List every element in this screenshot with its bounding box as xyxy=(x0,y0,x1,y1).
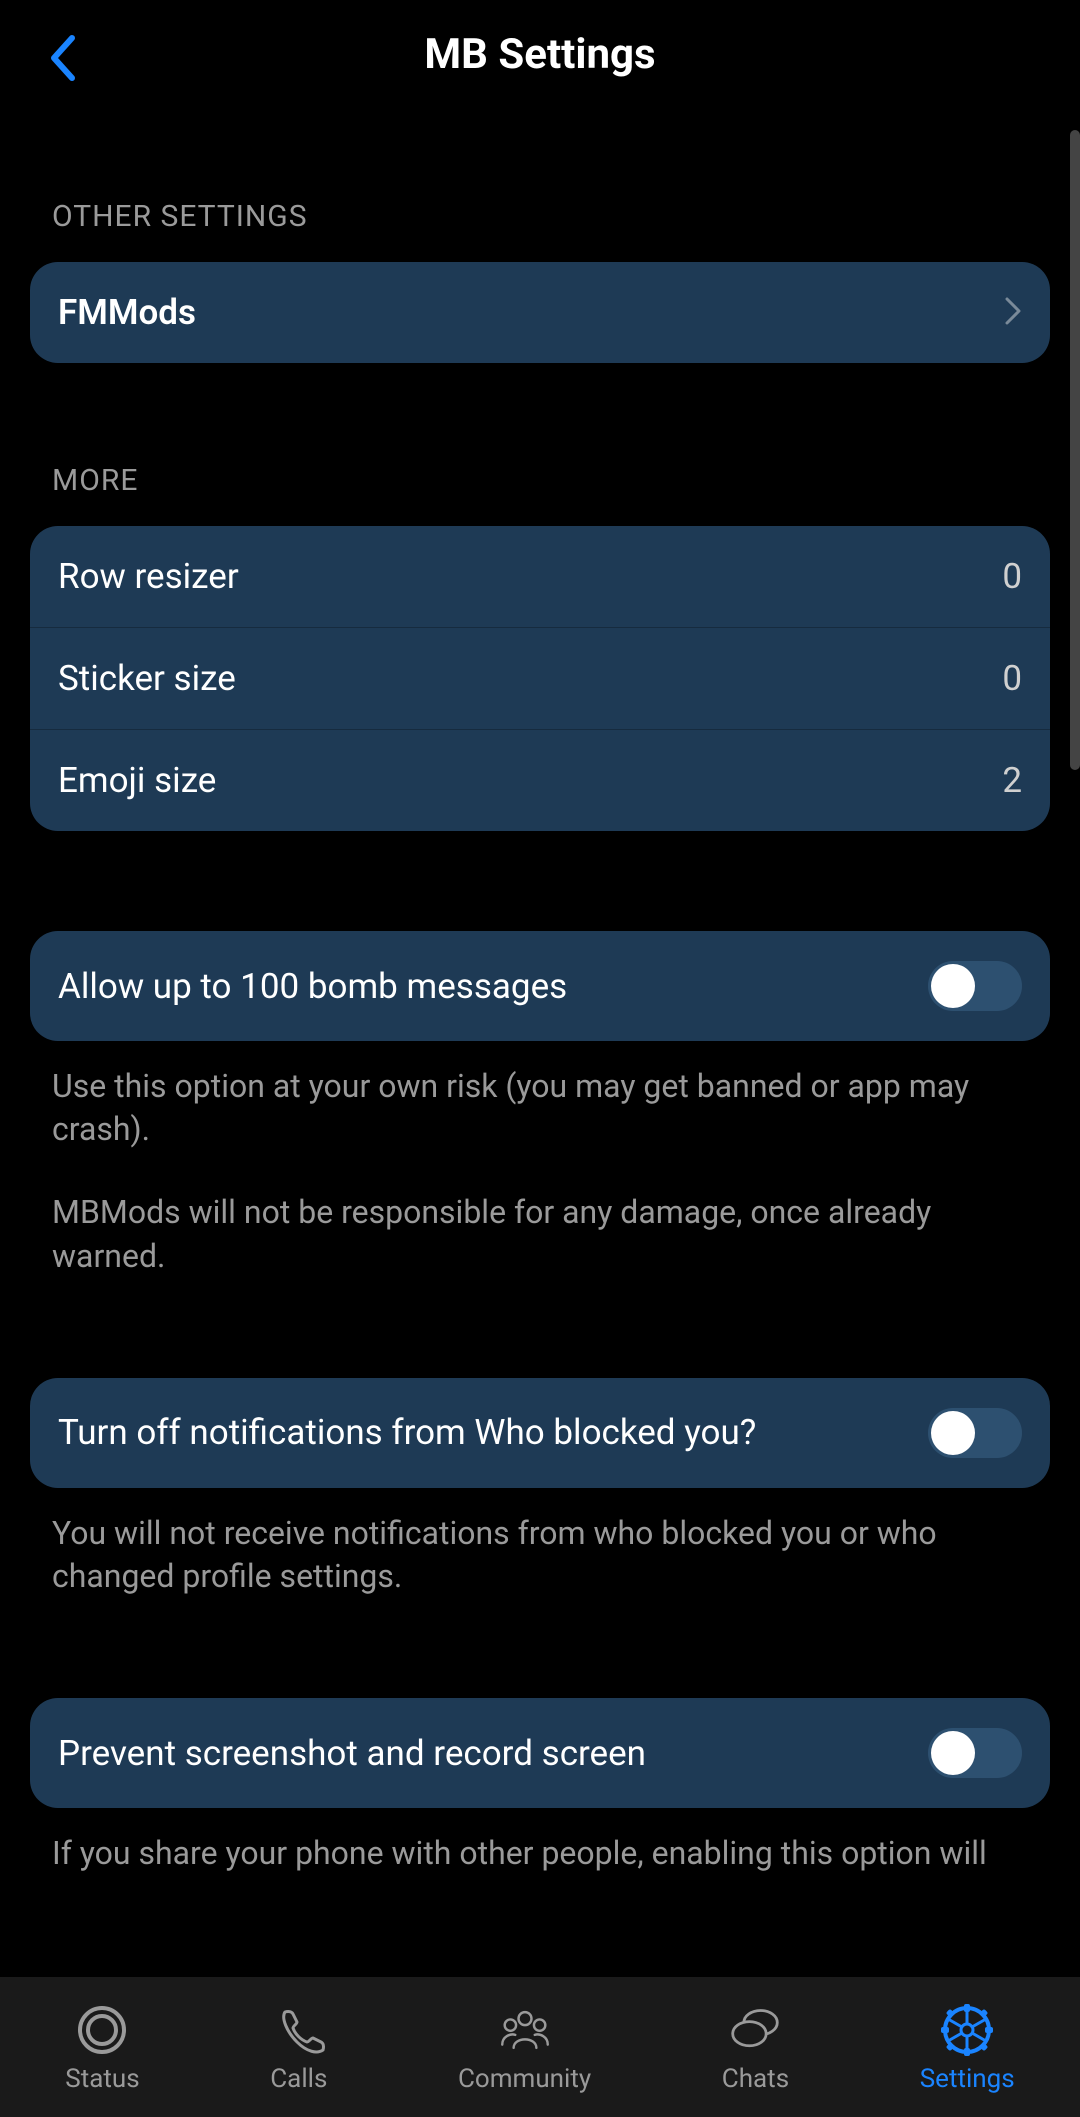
block-notif-desc: You will not receive notifications from … xyxy=(30,1488,1050,1598)
phone-icon xyxy=(273,2004,325,2056)
bomb-messages-toggle[interactable] xyxy=(928,961,1022,1011)
section-label-more: MORE xyxy=(30,363,1050,526)
block-notif-toggle[interactable] xyxy=(928,1408,1022,1458)
emoji-size-row[interactable]: Emoji size 2 xyxy=(30,730,1050,831)
screenshot-label: Prevent screenshot and record screen xyxy=(58,1733,928,1774)
nav-community-label: Community xyxy=(458,2064,591,2094)
community-icon xyxy=(499,2004,551,2056)
section-label-other: OTHER SETTINGS xyxy=(30,109,1050,262)
nav-community[interactable]: Community xyxy=(458,2004,591,2094)
nav-calls-label: Calls xyxy=(270,2064,327,2094)
screenshot-card: Prevent screenshot and record screen xyxy=(30,1698,1050,1808)
chats-icon xyxy=(729,2004,781,2056)
status-icon xyxy=(76,2004,128,2056)
row-resizer-label: Row resizer xyxy=(58,556,239,597)
bomb-messages-label: Allow up to 100 bomb messages xyxy=(58,966,928,1007)
nav-chats[interactable]: Chats xyxy=(722,2004,789,2094)
chevron-left-icon xyxy=(48,34,78,82)
scrollbar[interactable] xyxy=(1070,130,1080,770)
screenshot-desc: If you share your phone with other peopl… xyxy=(30,1808,1050,1875)
back-button[interactable] xyxy=(48,34,78,86)
screenshot-toggle[interactable] xyxy=(928,1728,1022,1778)
block-notif-card: Turn off notifications from Who blocked … xyxy=(30,1378,1050,1488)
nav-status-label: Status xyxy=(65,2064,139,2094)
row-resizer-value: 0 xyxy=(1002,556,1022,597)
row-resizer-row[interactable]: Row resizer 0 xyxy=(30,526,1050,628)
sticker-size-row[interactable]: Sticker size 0 xyxy=(30,628,1050,730)
more-card: Row resizer 0 Sticker size 0 Emoji size … xyxy=(30,526,1050,831)
toggle-knob xyxy=(931,1411,975,1455)
bomb-messages-desc: Use this option at your own risk (you ma… xyxy=(30,1041,1050,1278)
gear-icon xyxy=(941,2004,993,2056)
bomb-desc-1: Use this option at your own risk (you ma… xyxy=(52,1065,1028,1151)
block-notif-label: Turn off notifications from Who blocked … xyxy=(58,1412,928,1453)
nav-settings[interactable]: Settings xyxy=(920,2004,1015,2094)
bottom-nav: Status Calls Community Chats xyxy=(0,1977,1080,2117)
nav-calls[interactable]: Calls xyxy=(270,2004,327,2094)
emoji-size-label: Emoji size xyxy=(58,760,216,801)
emoji-size-value: 2 xyxy=(1002,760,1022,801)
page-title: MB Settings xyxy=(424,30,655,79)
chevron-right-icon xyxy=(1004,296,1022,330)
bomb-desc-2: MBMods will not be responsible for any d… xyxy=(52,1191,1028,1277)
nav-settings-label: Settings xyxy=(920,2064,1015,2094)
sticker-size-label: Sticker size xyxy=(58,658,236,699)
content: OTHER SETTINGS FMMods MORE Row resizer 0… xyxy=(0,109,1080,1875)
sticker-size-value: 0 xyxy=(1002,658,1022,699)
header: MB Settings xyxy=(0,0,1080,109)
toggle-knob xyxy=(931,1731,975,1775)
fmmods-card: FMMods xyxy=(30,262,1050,363)
nav-status[interactable]: Status xyxy=(65,2004,139,2094)
fmmods-label: FMMods xyxy=(58,292,196,333)
toggle-knob xyxy=(931,964,975,1008)
fmmods-row[interactable]: FMMods xyxy=(30,262,1050,363)
nav-chats-label: Chats xyxy=(722,2064,789,2094)
bomb-messages-card: Allow up to 100 bomb messages xyxy=(30,931,1050,1041)
